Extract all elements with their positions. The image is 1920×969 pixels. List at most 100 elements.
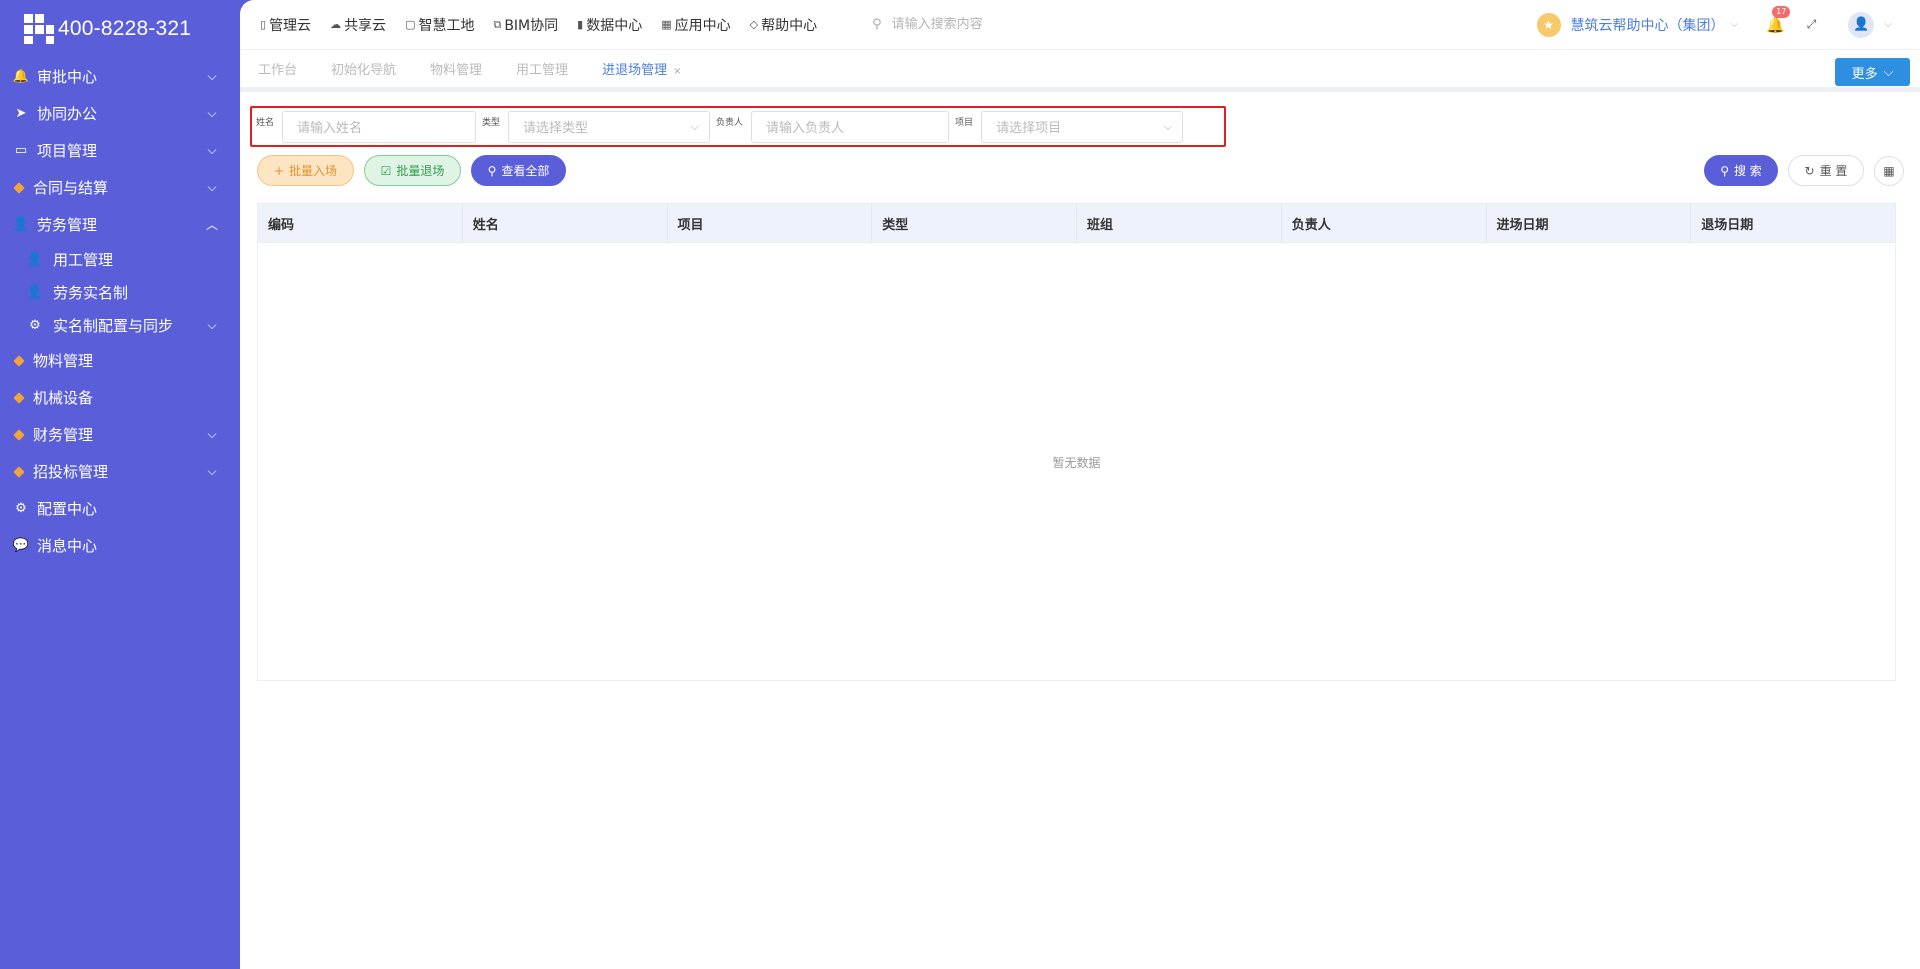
brand-phone: 400-8228-321 [58, 17, 192, 40]
name-filter-placeholder: 请输入姓名 [297, 121, 363, 136]
sidebar-item[interactable]: ▭ 项目管理 ⌵ [0, 132, 240, 169]
sidebar-item[interactable]: 💬 消息中心 [0, 527, 240, 564]
sidebar-item[interactable]: 👤 用工管理 [0, 243, 240, 276]
sidebar-item-label: 协同办公 [37, 105, 98, 123]
notification-count-badge: 17 [1772, 5, 1791, 18]
sidebar-item[interactable]: 招投标管理 ⌵ [0, 453, 240, 490]
notification-bell-icon[interactable]: 🔔 17 [1766, 5, 1791, 34]
nav-icon: ⧉ [493, 17, 502, 31]
sidebar-item[interactable]: ⚙ 实名制配置与同步 ⌵ [0, 309, 240, 342]
chevron-down-icon: ⌵ [1163, 119, 1173, 133]
batch-entry-label: 批量入场 [289, 164, 338, 178]
tab[interactable]: 用工管理 [516, 59, 568, 78]
more-button[interactable]: 更多 ⌵ [1835, 58, 1910, 86]
top-nav-item[interactable]: ▦ 应用中心 [661, 15, 730, 35]
chevron-down-icon[interactable]: ⌵ [1731, 19, 1739, 30]
menu-icon: ⚙ [29, 318, 41, 333]
nav-icon: ◇ [749, 18, 759, 31]
chevron-icon: ⌵ [207, 427, 217, 441]
column-header[interactable]: 退场日期 [1691, 204, 1895, 242]
sidebar-item[interactable]: 👤 劳务管理 ︿ [0, 206, 240, 243]
tab[interactable]: 进退场管理 × [602, 59, 681, 78]
gem-icon [13, 465, 25, 478]
sidebar-item-label: 审批中心 [37, 68, 98, 86]
column-header[interactable]: 类型 [872, 204, 1077, 242]
page-tabs: 工作台 初始化导航 物料管理 用工管理 进退场管理 × 更多 ⌵ [240, 50, 1920, 92]
sidebar-item-label: 实名制配置与同步 [53, 317, 174, 335]
chevron-icon: ⌵ [207, 464, 217, 478]
top-nav-item[interactable]: ▢ 智慧工地 [405, 15, 474, 35]
top-nav-item[interactable]: ◇ 帮助中心 [750, 15, 817, 35]
empty-state-text: 暂无数据 [1052, 456, 1101, 470]
chevron-down-icon: ⌵ [1883, 64, 1894, 80]
top-nav-label: 共享云 [344, 17, 387, 34]
sidebar-item-label: 机械设备 [33, 389, 94, 407]
sidebar-item[interactable]: 合同与结算 ⌵ [0, 169, 240, 206]
project-filter-select[interactable]: 请选择项目 ⌵ [981, 110, 1184, 143]
sidebar-item[interactable]: ⚙ 配置中心 [0, 490, 240, 527]
top-nav-item[interactable]: ⧉ BIM协同 [493, 15, 558, 35]
top-nav: ▯ 管理云 ☁ 共享云 ▢ 智慧工地 ⧉ BIM协同 ▮ 数据中心 ▦ 应用中心 ◇ 帮助中心 [260, 15, 836, 35]
top-nav-label: 智慧工地 [418, 17, 475, 34]
menu-icon: ⚙ [15, 501, 27, 516]
column-settings-button[interactable]: ▦ [1874, 155, 1904, 186]
brand-logo[interactable]: 400-8228-321 [0, 0, 240, 58]
chevron-icon: ⌵ [207, 318, 217, 332]
top-right-controls: ★ 慧筑云帮助中心（集团） ⌵ 🔔 17 ⤢ 👤 ⌵ [1536, 5, 1920, 38]
sidebar-item[interactable]: 机械设备 [0, 379, 240, 416]
menu-icon: 👤 [26, 252, 44, 267]
view-all-label: 查看全部 [501, 164, 550, 178]
tab[interactable]: 工作台 [258, 59, 297, 78]
menu-icon: 💬 [12, 538, 30, 553]
tab[interactable]: 物料管理 [430, 59, 482, 78]
sidebar-item[interactable]: ➤ 协同办公 ⌵ [0, 95, 240, 132]
global-search-input[interactable] [891, 17, 1152, 32]
close-icon[interactable]: × [673, 66, 681, 77]
view-all-button[interactable]: ⚲ 查看全部 [471, 155, 566, 186]
name-filter-input[interactable]: 请输入姓名 [282, 110, 477, 143]
chevron-down-icon[interactable]: ⌵ [1884, 19, 1892, 30]
menu-icon: 👤 [12, 217, 30, 232]
owner-filter-placeholder: 请输入负责人 [766, 121, 845, 136]
nav-icon: ▢ [405, 18, 416, 31]
top-nav-item[interactable]: ▮ 数据中心 [577, 15, 642, 35]
global-search[interactable]: ⚲ [872, 17, 1172, 32]
table-header: 编码 姓名 项目 类型 班组 负责人 进场日期 退场日期 [258, 204, 1895, 243]
nav-icon: ▦ [661, 18, 672, 31]
column-header[interactable]: 姓名 [463, 204, 668, 242]
sidebar-item[interactable]: 财务管理 ⌵ [0, 416, 240, 453]
org-switcher[interactable]: 慧筑云帮助中心（集团） [1571, 15, 1725, 35]
filter-bar: 姓名 请输入姓名 类型 请选择类型 ⌵ 负责人 请输入负责人 项目 请选择项目 … [250, 106, 1226, 147]
column-header[interactable]: 编码 [258, 204, 463, 242]
batch-exit-button[interactable]: ☑ 批量退场 [364, 155, 461, 186]
reset-button[interactable]: ↻ 重 置 [1788, 155, 1864, 186]
top-nav-item[interactable]: ▯ 管理云 [260, 15, 311, 35]
sidebar-menu: 🔔 审批中心 ⌵ ➤ 协同办公 ⌵ ▭ 项目管理 ⌵ 合同与结算 ⌵ 👤 劳务管理 ︿ 👤 用工管理 👤 劳务实名… [0, 58, 240, 564]
sidebar-item[interactable]: 物料管理 [0, 342, 240, 379]
type-filter-label: 类型 [482, 118, 501, 128]
tab-label: 初始化导航 [331, 63, 397, 78]
owner-filter-input[interactable]: 请输入负责人 [751, 110, 950, 143]
search-button[interactable]: ⚲ 搜 索 [1704, 155, 1778, 186]
column-header[interactable]: 负责人 [1282, 204, 1487, 242]
top-nav-item[interactable]: ☁ 共享云 [330, 15, 386, 35]
org-badge-icon: ★ [1536, 12, 1561, 37]
menu-icon: ▭ [14, 143, 28, 158]
column-header[interactable]: 进场日期 [1487, 204, 1692, 242]
top-nav-label: 数据中心 [586, 17, 643, 34]
gem-icon [13, 391, 25, 404]
tab-label: 物料管理 [430, 63, 483, 78]
sidebar-item[interactable]: 🔔 审批中心 ⌵ [0, 58, 240, 95]
tab-label: 用工管理 [516, 63, 569, 78]
sidebar-item[interactable]: 👤 劳务实名制 [0, 276, 240, 309]
type-filter-select[interactable]: 请选择类型 ⌵ [508, 110, 711, 143]
fullscreen-icon[interactable]: ⤢ [1807, 17, 1817, 32]
tab[interactable]: 初始化导航 [331, 59, 396, 78]
column-header[interactable]: 班组 [1077, 204, 1282, 242]
batch-entry-button[interactable]: + 批量入场 [257, 155, 354, 186]
user-avatar[interactable]: 👤 [1848, 11, 1875, 38]
chevron-icon: ︿ [206, 218, 219, 232]
sidebar-item-label: 项目管理 [37, 142, 98, 160]
column-header[interactable]: 项目 [668, 204, 873, 242]
sidebar-item-label: 招投标管理 [33, 463, 109, 481]
